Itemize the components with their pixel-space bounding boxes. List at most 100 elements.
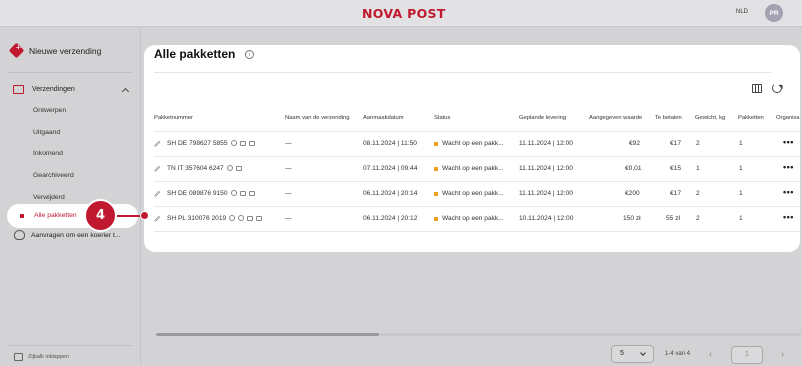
page-size-select[interactable]: 5: [611, 345, 654, 363]
shipment-name: —: [285, 190, 292, 197]
language-selector[interactable]: NLD: [736, 9, 748, 15]
parcel-count: 1: [739, 140, 743, 147]
column-header[interactable]: Gewicht, kg: [695, 115, 725, 121]
planned-delivery: 11.11.2024 | 12:00: [519, 140, 573, 147]
table-row[interactable]: SH PL 310076 2019 — 06.11.2024 | 20:12 W…: [154, 206, 800, 230]
globe-icon: [226, 165, 233, 172]
sidebar-item-label: Aanvragen om een koerier t...: [31, 231, 121, 239]
globe-icon: [238, 215, 245, 222]
status-text: Wacht op een pakk...: [442, 140, 504, 147]
nova-post-logo[interactable]: NOVA POST: [362, 6, 446, 21]
edit-icon[interactable]: [154, 190, 161, 197]
columns-icon[interactable]: [752, 84, 762, 93]
status-text: Wacht op een pakk...: [442, 190, 504, 197]
shipments-icon: [13, 85, 24, 94]
weight-kg: 2: [696, 190, 700, 197]
active-indicator: [20, 214, 24, 218]
amount-to-pay: €17: [670, 140, 682, 147]
callout-pointer-dot: [140, 211, 149, 220]
created-date: 07.11.2024 | 09:44: [363, 165, 418, 172]
top-bar: NOVA POST NLD PR: [0, 0, 802, 27]
weight-kg: 2: [696, 215, 700, 222]
column-header[interactable]: Geplande levering: [519, 115, 566, 121]
row-menu-button[interactable]: •••: [783, 212, 794, 222]
status-text: Wacht op een pakk...: [442, 165, 504, 172]
previous-page-button[interactable]: ‹: [709, 349, 712, 359]
column-header[interactable]: Aanmaakdatum: [363, 115, 404, 121]
column-header[interactable]: Organisa: [776, 115, 800, 121]
row-menu-button[interactable]: •••: [783, 162, 794, 172]
parcel-number-text: TN IT 357604 6247: [167, 165, 224, 172]
sidebar-group-shipments[interactable]: Verzendingen: [13, 85, 130, 95]
coin-icon: [229, 215, 236, 222]
amount-to-pay: €15: [670, 165, 682, 172]
status-text: Wacht op een pakk...: [442, 215, 504, 222]
parcel-number[interactable]: SH DE 798627 5855: [167, 140, 255, 147]
add-icon: [8, 42, 25, 59]
callout-pointer-line: [116, 215, 143, 217]
sidebar-divider: [8, 72, 132, 73]
edit-icon[interactable]: [154, 215, 161, 222]
document-icon: [247, 215, 254, 221]
parcel-number-text: SH DE 089876 9150: [167, 190, 228, 197]
page-size-value: 5: [620, 350, 624, 357]
column-header[interactable]: Pakketnummer: [154, 115, 193, 121]
table-row[interactable]: SH DE 089876 9150 — 06.11.2024 | 20:14 W…: [154, 181, 800, 205]
edit-icon[interactable]: [154, 165, 161, 172]
document-icon: [235, 165, 242, 171]
row-menu-button[interactable]: •••: [783, 187, 794, 197]
sidebar: [0, 27, 141, 366]
parcel-number[interactable]: TN IT 357604 6247: [167, 165, 242, 172]
planned-delivery: 11.11.2024 | 12:00: [519, 190, 573, 197]
sidebar-item-drafts[interactable]: Ontwerpen: [33, 107, 66, 114]
parcels-card: Alle pakketten i Pakketnummer Naam van d…: [144, 45, 800, 252]
sidebar-item-deleted[interactable]: Verwijderd: [33, 194, 65, 201]
printer-icon: [256, 215, 263, 221]
next-page-button[interactable]: ›: [781, 349, 784, 359]
column-header[interactable]: Status: [434, 115, 450, 121]
edit-icon[interactable]: [154, 140, 161, 147]
parcel-count: 1: [739, 190, 743, 197]
column-header[interactable]: Naam van de verzending: [285, 115, 349, 121]
parcel-number-text: SH PL 310076 2019: [167, 215, 227, 222]
status-indicator: [434, 217, 438, 221]
pagination-range: 1-4 van 4: [665, 351, 691, 357]
declared-value: €0.01: [625, 165, 642, 172]
table-row[interactable]: TN IT 357604 6247 — 07.11.2024 | 09:44 W…: [154, 156, 800, 180]
status-indicator: [434, 167, 438, 171]
page-number-input[interactable]: 1: [731, 346, 763, 364]
planned-delivery: 11.11.2024 | 12:00: [519, 165, 573, 172]
column-header[interactable]: Pakketten: [738, 115, 764, 121]
column-header[interactable]: Te betalen: [655, 115, 682, 121]
collapse-sidebar-button[interactable]: Zijbalk inklappen: [14, 353, 69, 361]
parcel-count: 1: [739, 165, 743, 172]
declared-value: €92: [629, 140, 641, 147]
horizontal-scrollbar-thumb[interactable]: [156, 333, 379, 336]
table-bottom-border: [154, 231, 800, 232]
created-date: 08.11.2024 | 11:50: [363, 140, 417, 147]
sidebar-item-outgoing[interactable]: Uitgaand: [33, 129, 60, 136]
collapse-icon: [14, 353, 23, 361]
avatar[interactable]: PR: [765, 4, 783, 22]
refresh-icon[interactable]: [772, 83, 782, 93]
sidebar-item-incoming[interactable]: Inkomend: [33, 150, 63, 157]
declared-value: €200: [625, 190, 640, 197]
table-row[interactable]: SH DE 798627 5855 — 08.11.2024 | 11:50 W…: [154, 131, 800, 155]
amount-to-pay: €17: [670, 190, 682, 197]
parcel-number[interactable]: SH DE 089876 9150: [167, 190, 255, 197]
sidebar-group-label: Verzendingen: [32, 86, 75, 93]
new-shipment-button[interactable]: Nieuwe verzending: [8, 42, 101, 59]
courier-icon: [14, 230, 25, 240]
chevron-up-icon: [121, 87, 130, 95]
row-menu-button[interactable]: •••: [783, 137, 794, 147]
sidebar-item-archived[interactable]: Gearchiveerd: [33, 172, 74, 179]
column-header[interactable]: Aangegeven waarde: [589, 115, 642, 121]
parcel-number[interactable]: SH PL 310076 2019: [167, 215, 263, 222]
page-title: Alle pakketten: [154, 47, 236, 61]
shipment-name: —: [285, 215, 292, 222]
sidebar-item-courier-requests[interactable]: Aanvragen om een koerier t...: [14, 230, 121, 240]
chevron-down-icon: [640, 350, 646, 356]
globe-icon: [230, 140, 237, 147]
declared-value: 150 zł: [623, 215, 641, 222]
info-icon[interactable]: i: [245, 50, 254, 59]
